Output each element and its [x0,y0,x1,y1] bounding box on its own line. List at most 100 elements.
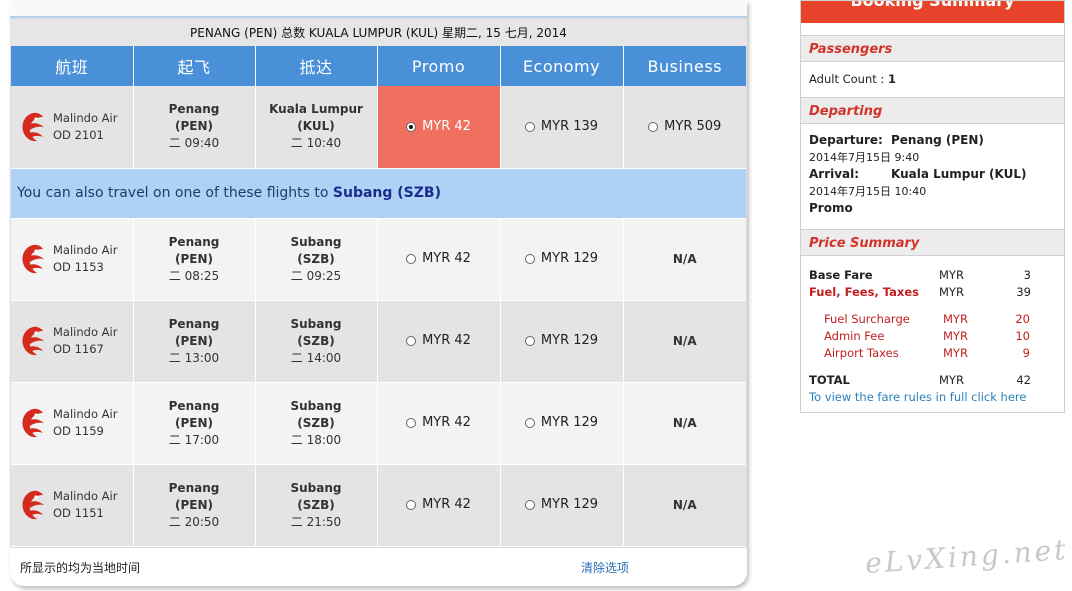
departure-cell: Penang (PEN) 二 09:40 [133,86,256,169]
admin-fee-currency: MYR [943,328,968,343]
departure-code: (PEN) [174,497,213,512]
radio-icon[interactable] [406,499,417,510]
arrival-code: (SZB) [297,251,335,266]
departure-time: 二 20:50 [168,514,220,529]
business-fare-unavailable: N/A [623,382,746,465]
malindo-logo-icon [19,489,47,521]
arrival-time: 二 14:00 [290,350,342,365]
airline-cell: Malindo Air OD 1159 [11,382,134,465]
fare-unavailable: N/A [672,334,697,348]
departing-heading: Departing [801,97,1064,124]
column-header-depart: 起飞 [133,46,256,86]
arrival-code: (KUL) [297,119,335,134]
table-header-row: 航班 起飞 抵达 Promo Economy Business [11,46,746,86]
airport-taxes-currency: MYR [943,345,968,360]
departure-cell: Penang (PEN) 二 17:00 [133,382,256,465]
fare-unavailable: N/A [672,498,697,512]
arrival-code: (SZB) [297,333,335,348]
total-amount: 42 [1016,372,1031,387]
business-fare-unavailable: N/A [623,300,746,383]
arrival-city: Subang [290,234,342,249]
radio-icon[interactable] [524,417,535,428]
promo-fare-option[interactable]: MYR 42 [377,218,501,301]
promo-fare-option[interactable]: MYR 42 [377,300,501,383]
fare-class: Promo [809,201,853,215]
radio-icon[interactable] [524,253,535,264]
radio-icon[interactable] [648,121,659,132]
fare-price: MYR 42 [422,415,471,431]
departure-time: 二 09:40 [168,136,220,151]
departure-city: Penang [168,234,220,249]
radio-icon[interactable] [524,335,535,346]
arrival-cell: Kuala Lumpur (KUL) 二 10:40 [255,86,378,169]
airline-name: Malindo Air [53,407,118,421]
economy-fare-option[interactable]: MYR 139 [500,86,624,169]
airline-name: Malindo Air [53,110,118,125]
clear-selection-link[interactable]: 清除选项 [581,559,629,576]
radio-icon[interactable] [406,417,417,428]
promo-fare-option[interactable]: MYR 42 [377,464,501,547]
panel-top-decoration [10,0,747,18]
notice-airport: Subang (SZB) [332,185,441,201]
flight-selection-panel: PENANG (PEN) 总数 KUALA LUMPUR (KUL) 星期二, … [10,0,747,586]
total-label: TOTAL [809,372,850,387]
departure-city: Penang [168,398,220,413]
table-row: Malindo Air OD 1159 Penang (PEN) 二 17:00… [11,382,746,465]
alternate-airport-notice: You can also travel on one of these flig… [11,168,746,219]
base-fare-amount: 3 [1023,267,1031,282]
price-summary-heading: Price Summary [801,229,1064,256]
arrival-time: 二 09:25 [290,268,342,283]
fare-price: MYR 42 [422,333,471,349]
price-summary: Base Fare MYR 3 Fuel, Fees, Taxes MYR 39… [801,256,1064,405]
promo-fare-option[interactable]: MYR 42 [377,382,501,465]
base-fare-row: Base Fare MYR 3 [809,266,1056,283]
fare-price: MYR 129 [540,497,599,513]
table-row: Malindo Air OD 2101 Penang (PEN) 二 09:40… [11,86,746,169]
arrival-code: (SZB) [297,497,335,512]
arrival-cell: Subang (SZB) 二 09:25 [255,218,378,301]
departure-cell: Penang (PEN) 二 08:25 [133,218,256,301]
arrival-time: 二 18:00 [290,432,342,447]
radio-icon[interactable] [524,499,535,510]
economy-fare-option[interactable]: MYR 129 [500,218,624,301]
malindo-logo-icon [19,243,47,275]
column-header-flight: 航班 [11,46,134,86]
arrival-city: Subang [290,316,342,331]
base-fare-label: Base Fare [809,267,873,282]
flight-number: OD 1167 [53,342,104,356]
radio-selected-icon[interactable] [406,121,417,132]
fuel-surcharge-currency: MYR [943,311,968,326]
departure-code: (PEN) [174,119,213,134]
notice-text: You can also travel on one of these flig… [17,185,333,201]
admin-fee-row: Admin Fee MYR 10 [809,327,1056,344]
economy-fare-option[interactable]: MYR 129 [500,382,624,465]
radio-icon[interactable] [406,253,417,264]
arrival-label: Arrival: [809,167,860,181]
economy-fare-option[interactable]: MYR 129 [500,300,624,383]
adult-count-value: 1 [887,72,896,86]
departing-details: Departure: Penang (PEN) 2014年7月15日 9:40 A… [801,124,1064,229]
arrival-time: 二 21:50 [290,514,342,529]
airline-cell: Malindo Air OD 2101 [11,86,134,169]
promo-fare-option[interactable]: MYR 42 [377,86,501,169]
site-watermark: eLvXing.net [864,532,1070,581]
business-fare-option[interactable]: MYR 509 [623,86,746,169]
adult-count-row: Adult Count : 1 [801,62,1064,97]
fare-price: MYR 42 [422,119,471,134]
fare-price: MYR 129 [540,251,599,267]
booking-summary-title: Booking Summary [801,1,1064,23]
table-row: Malindo Air OD 1167 Penang (PEN) 二 13:00… [11,300,746,383]
departure-city: Penang [168,102,220,117]
fare-price: MYR 129 [540,333,599,349]
fare-rules-link[interactable]: To view the fare rules in full click her… [809,390,1026,404]
economy-fare-option[interactable]: MYR 129 [500,464,624,547]
radio-icon[interactable] [406,335,417,346]
departure-code: (PEN) [174,415,213,430]
radio-icon[interactable] [524,121,535,132]
admin-fee-label: Admin Fee [824,328,885,343]
departure-label: Departure: [809,133,883,147]
total-row: TOTAL MYR 42 [809,371,1056,388]
departure-cell: Penang (PEN) 二 20:50 [133,464,256,547]
departure-city-value: Penang (PEN) [891,133,984,147]
flight-number: OD 2101 [53,127,104,142]
